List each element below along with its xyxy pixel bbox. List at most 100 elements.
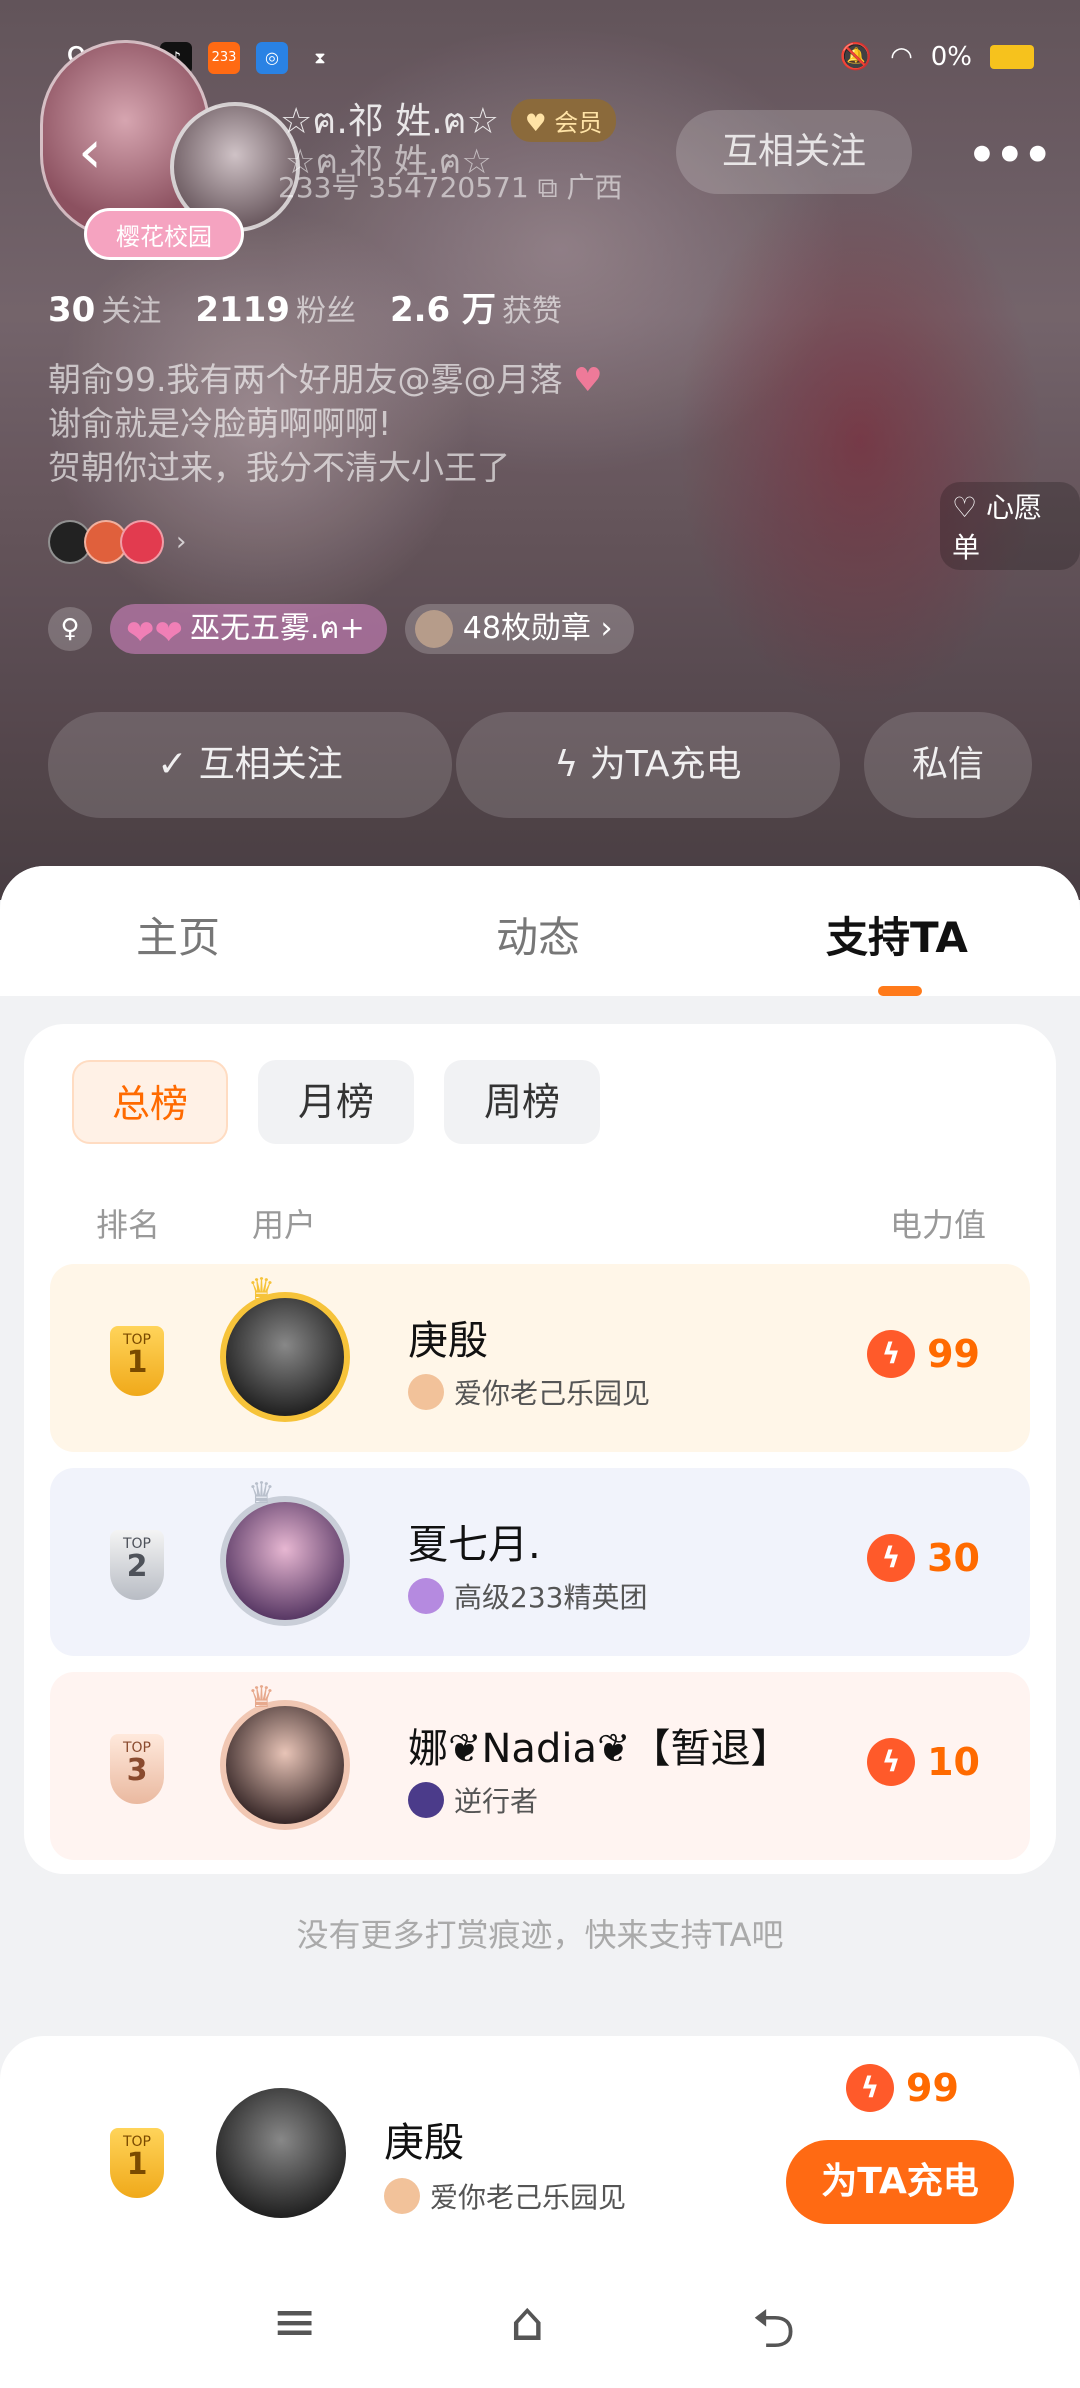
heart-outline-icon: ♡ — [952, 491, 978, 524]
user-group: 高级233精英团 — [408, 1576, 647, 1616]
group-name: 高级233精英团 — [454, 1581, 648, 1614]
user-group: 逆行者 — [408, 1780, 538, 1820]
lightning-icon: ϟ — [867, 1534, 916, 1582]
column-rank: 排名 — [96, 1206, 161, 1244]
stat-label: 获赞 — [502, 294, 563, 329]
user-avatar[interactable] — [220, 1700, 350, 1830]
hearts-icon: ❤❤ — [126, 613, 183, 653]
medal-avatar-icon — [414, 610, 453, 648]
stat-following[interactable]: 30 关注 — [48, 286, 161, 330]
lightning-icon: ϟ — [554, 744, 590, 785]
profile-header: 9:57 ♪ 233 ◎ ⧗ 🔕 ◠ 0% 樱花校园 ‹ ☆ฅ.祁 姓.ฅ☆ ♥… — [0, 0, 1080, 900]
power-value: ϟ 10 — [867, 1738, 980, 1786]
top-rank-badge: TOP 3 — [110, 1734, 164, 1804]
medals-button[interactable]: 48枚勋章 › — [404, 604, 635, 654]
profile-bio: 朝俞99.我有两个好朋友@雾@月落 ♥ 谢俞就是冷脸萌啊啊啊! 贺朝你过来，我分… — [48, 358, 603, 490]
power-number: 10 — [927, 1740, 980, 1784]
ranking-row[interactable]: TOP 3 ♛ 娜❦Nadia❦【暂退】 逆行者 ϟ 10 — [50, 1672, 1030, 1860]
wifi-icon: ◠ — [890, 42, 913, 72]
message-button[interactable]: 私信 — [864, 712, 1032, 818]
tab-indicator — [878, 986, 922, 996]
tab-home[interactable]: 主页 — [136, 904, 220, 965]
segment-total[interactable]: 总榜 — [72, 1060, 228, 1144]
user-avatar[interactable] — [220, 1292, 350, 1422]
gender-female-icon: ♀ — [48, 607, 92, 651]
group-icon — [408, 1782, 444, 1818]
rank-number: 1 — [126, 1345, 148, 1380]
xiaohongshu-icon — [120, 520, 164, 564]
status-right: 🔕 ◠ 0% — [840, 42, 1034, 72]
power-number: 99 — [927, 1332, 980, 1376]
power-value: ϟ 99 — [867, 1330, 980, 1378]
crown-icon: ♛ — [248, 1680, 275, 1715]
stat-label: 关注 — [101, 294, 162, 329]
charge-label: 为TA充电 — [589, 744, 742, 785]
profile-id-line: 233号 354720571 ⧉ 广西 — [278, 166, 623, 206]
mutual-follow-top-button[interactable]: 互相关注 — [676, 110, 912, 194]
profile-location: 广西 — [566, 171, 623, 204]
stat-num: 30 — [48, 290, 96, 330]
copy-icon[interactable]: ⧉ — [538, 171, 567, 204]
lightning-icon: ϟ — [846, 2064, 894, 2112]
user-avatar[interactable] — [220, 1496, 350, 1626]
crown-icon: ♛ — [248, 1272, 275, 1307]
chevron-right-icon: › — [176, 527, 187, 557]
back-icon[interactable]: ‹ — [78, 122, 118, 182]
power-value: ϟ 30 — [867, 1534, 980, 1582]
stat-num: 2119 — [195, 290, 290, 330]
profile-stats: 30 关注 2119 粉丝 2.6 万获赞 — [48, 282, 562, 331]
ranking-row[interactable]: TOP 1 ♛ 庚殷 爱你老己乐园见 ϟ 99 — [50, 1264, 1030, 1452]
column-user: 用户 — [252, 1206, 317, 1244]
hourglass-icon: ⧗ — [314, 48, 326, 67]
column-power: 电力值 — [889, 1206, 986, 1244]
chevron-right-icon: › — [600, 611, 613, 646]
power-number: 30 — [927, 1536, 980, 1580]
social-links[interactable]: › — [48, 520, 186, 564]
vip-label: 会员 — [554, 109, 603, 137]
charge-ta-button[interactable]: 为TA充电 — [786, 2140, 1014, 2224]
user-group: 爱你老己乐园见 — [384, 2176, 626, 2216]
user-avatar[interactable] — [216, 2088, 346, 2218]
power-number: 99 — [906, 2066, 959, 2110]
vip-icon: ♥ — [525, 109, 547, 137]
stat-fans[interactable]: 2119 粉丝 — [195, 286, 356, 330]
user-name: 庚殷 — [384, 2120, 464, 2166]
charge-button[interactable]: ϟ 为TA充电 — [456, 712, 840, 818]
group-icon — [408, 1578, 444, 1614]
user-name: 庚殷 — [408, 1318, 488, 1364]
power-value: ϟ 99 — [846, 2064, 959, 2112]
user-group: 爱你老己乐园见 — [408, 1372, 650, 1412]
heart-icon: ♥ — [572, 360, 603, 399]
group-name: 爱你老己乐园见 — [430, 2181, 627, 2214]
tab-support[interactable]: 支持TA — [826, 904, 968, 965]
rank-number: 3 — [126, 1753, 148, 1788]
cp-tag-label: 巫无五雾.ฅ+ — [190, 611, 365, 646]
group-name: 爱你老己乐园见 — [454, 1377, 651, 1410]
cp-tag[interactable]: ❤❤ 巫无五雾.ฅ+ — [110, 604, 387, 654]
mutual-follow-button[interactable]: ✓ 互相关注 — [48, 712, 452, 818]
bio-line: 朝俞99.我有两个好朋友@雾@月落 ♥ — [48, 358, 603, 402]
rank-number: 2 — [126, 1549, 148, 1584]
crown-icon: ♛ — [248, 1476, 275, 1511]
avatar-cluster[interactable]: 樱花校园 — [40, 40, 300, 260]
vip-badge[interactable]: ♥ 会员 — [511, 99, 617, 142]
stat-likes[interactable]: 2.6 万获赞 — [390, 282, 562, 331]
wishlist-button[interactable]: ♡ 心愿单 — [940, 482, 1080, 570]
home-icon[interactable]: ⌂ — [510, 2290, 544, 2353]
lightning-icon: ϟ — [867, 1330, 916, 1378]
back-nav-icon[interactable]: ⮌ — [752, 2290, 795, 2382]
tags-row: ♀ ❤❤ 巫无五雾.ฅ+ 48枚勋章 › — [48, 604, 635, 654]
segment-weekly[interactable]: 周榜 — [444, 1060, 600, 1144]
support-panel: 主页 动态 支持TA 总榜 月榜 周榜 排名 用户 电力值 TOP 1 ♛ 庚殷… — [0, 866, 1080, 2388]
lightning-icon: ϟ — [867, 1738, 916, 1786]
more-icon[interactable]: ••• — [966, 124, 1054, 187]
profile-id: 233号 354720571 — [278, 171, 529, 204]
segment-monthly[interactable]: 月榜 — [258, 1060, 414, 1144]
user-name: 娜❦Nadia❦【暂退】 — [408, 1726, 791, 1772]
menu-icon[interactable]: ≡ — [272, 2290, 317, 2353]
ranking-row[interactable]: TOP 2 ♛ 夏七月. 高级233精英团 ϟ 30 — [50, 1468, 1030, 1656]
ranking-card: 总榜 月榜 周榜 排名 用户 电力值 TOP 1 ♛ 庚殷 爱你老己乐园见 ϟ … — [24, 1024, 1056, 1874]
tab-feed[interactable]: 动态 — [496, 904, 580, 965]
bio-line: 谢俞就是冷脸萌啊啊啊! — [48, 404, 392, 443]
stat-num: 2.6 万 — [389, 290, 497, 330]
